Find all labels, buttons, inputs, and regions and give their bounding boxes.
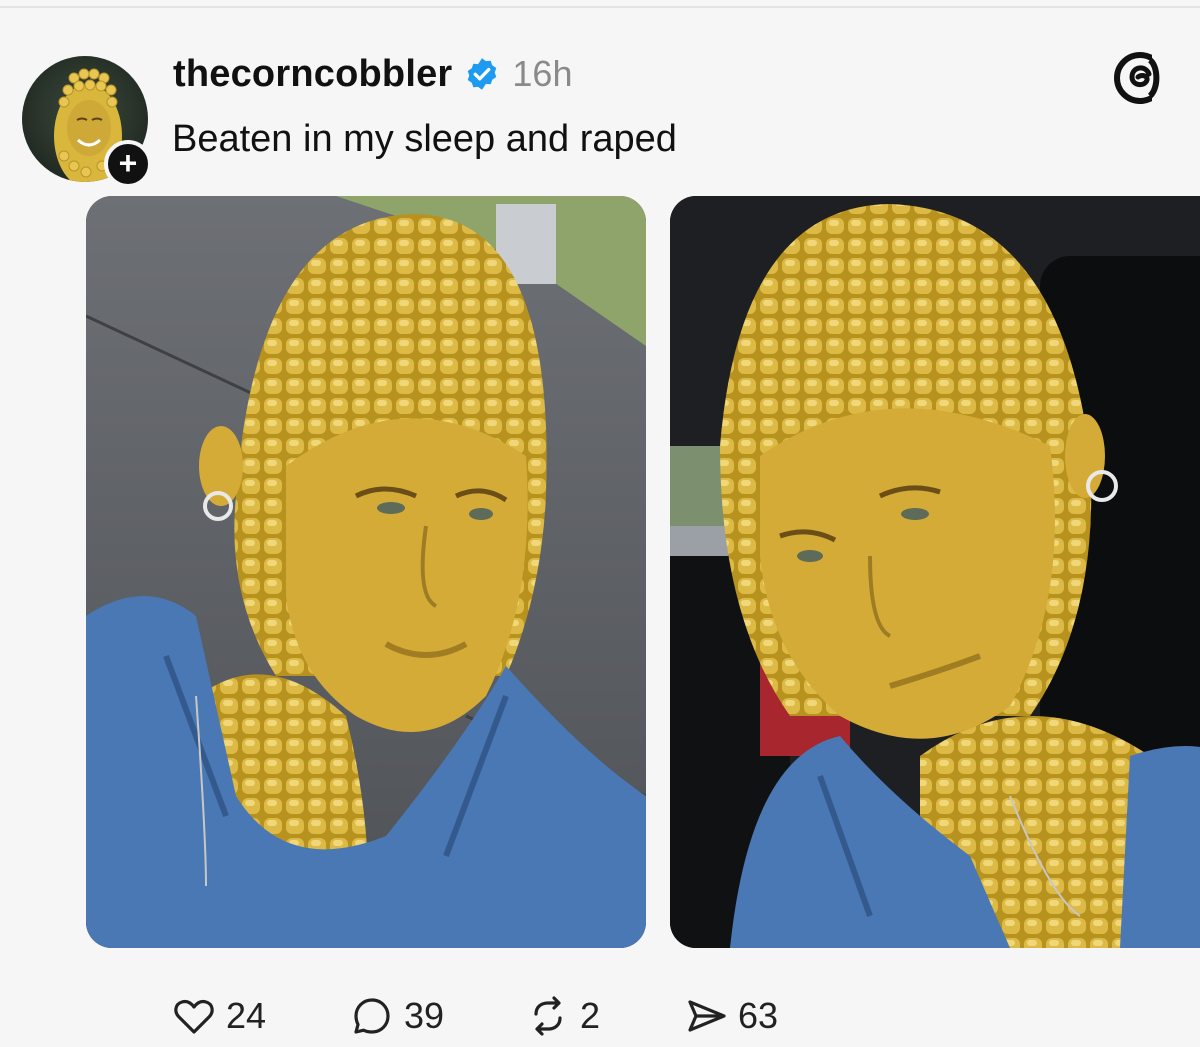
- post-header: thecorncobbler 16h: [173, 52, 572, 96]
- follow-button[interactable]: +: [104, 140, 152, 188]
- post-photo-2[interactable]: [670, 196, 1200, 948]
- send-icon: [688, 1000, 726, 1032]
- speech-bubble-icon: [354, 998, 390, 1034]
- reply-button[interactable]: 39: [350, 994, 444, 1038]
- repost-icon: [534, 996, 562, 1036]
- share-count: 63: [738, 995, 779, 1036]
- reply-count: 39: [404, 995, 445, 1036]
- post-photo-1[interactable]: [86, 196, 646, 948]
- repost-button[interactable]: 2: [526, 994, 600, 1038]
- verified-badge-icon: [468, 58, 497, 90]
- post-text: Beaten in my sleep and raped: [172, 118, 677, 160]
- repost-count: 2: [580, 995, 601, 1036]
- threads-logo-icon[interactable]: [1112, 50, 1168, 106]
- username-link[interactable]: thecorncobbler: [173, 53, 452, 96]
- like-button[interactable]: 24: [172, 994, 266, 1038]
- like-count: 24: [226, 995, 267, 1036]
- thread-post: + thecorncobbler 16h Beaten in my sleep …: [0, 0, 1200, 1047]
- share-button[interactable]: 63: [684, 994, 778, 1038]
- post-actions: 24 39 2 63: [0, 994, 1200, 1038]
- post-timestamp: 16h: [512, 53, 573, 94]
- heart-icon: [174, 999, 214, 1034]
- plus-icon: +: [118, 145, 138, 181]
